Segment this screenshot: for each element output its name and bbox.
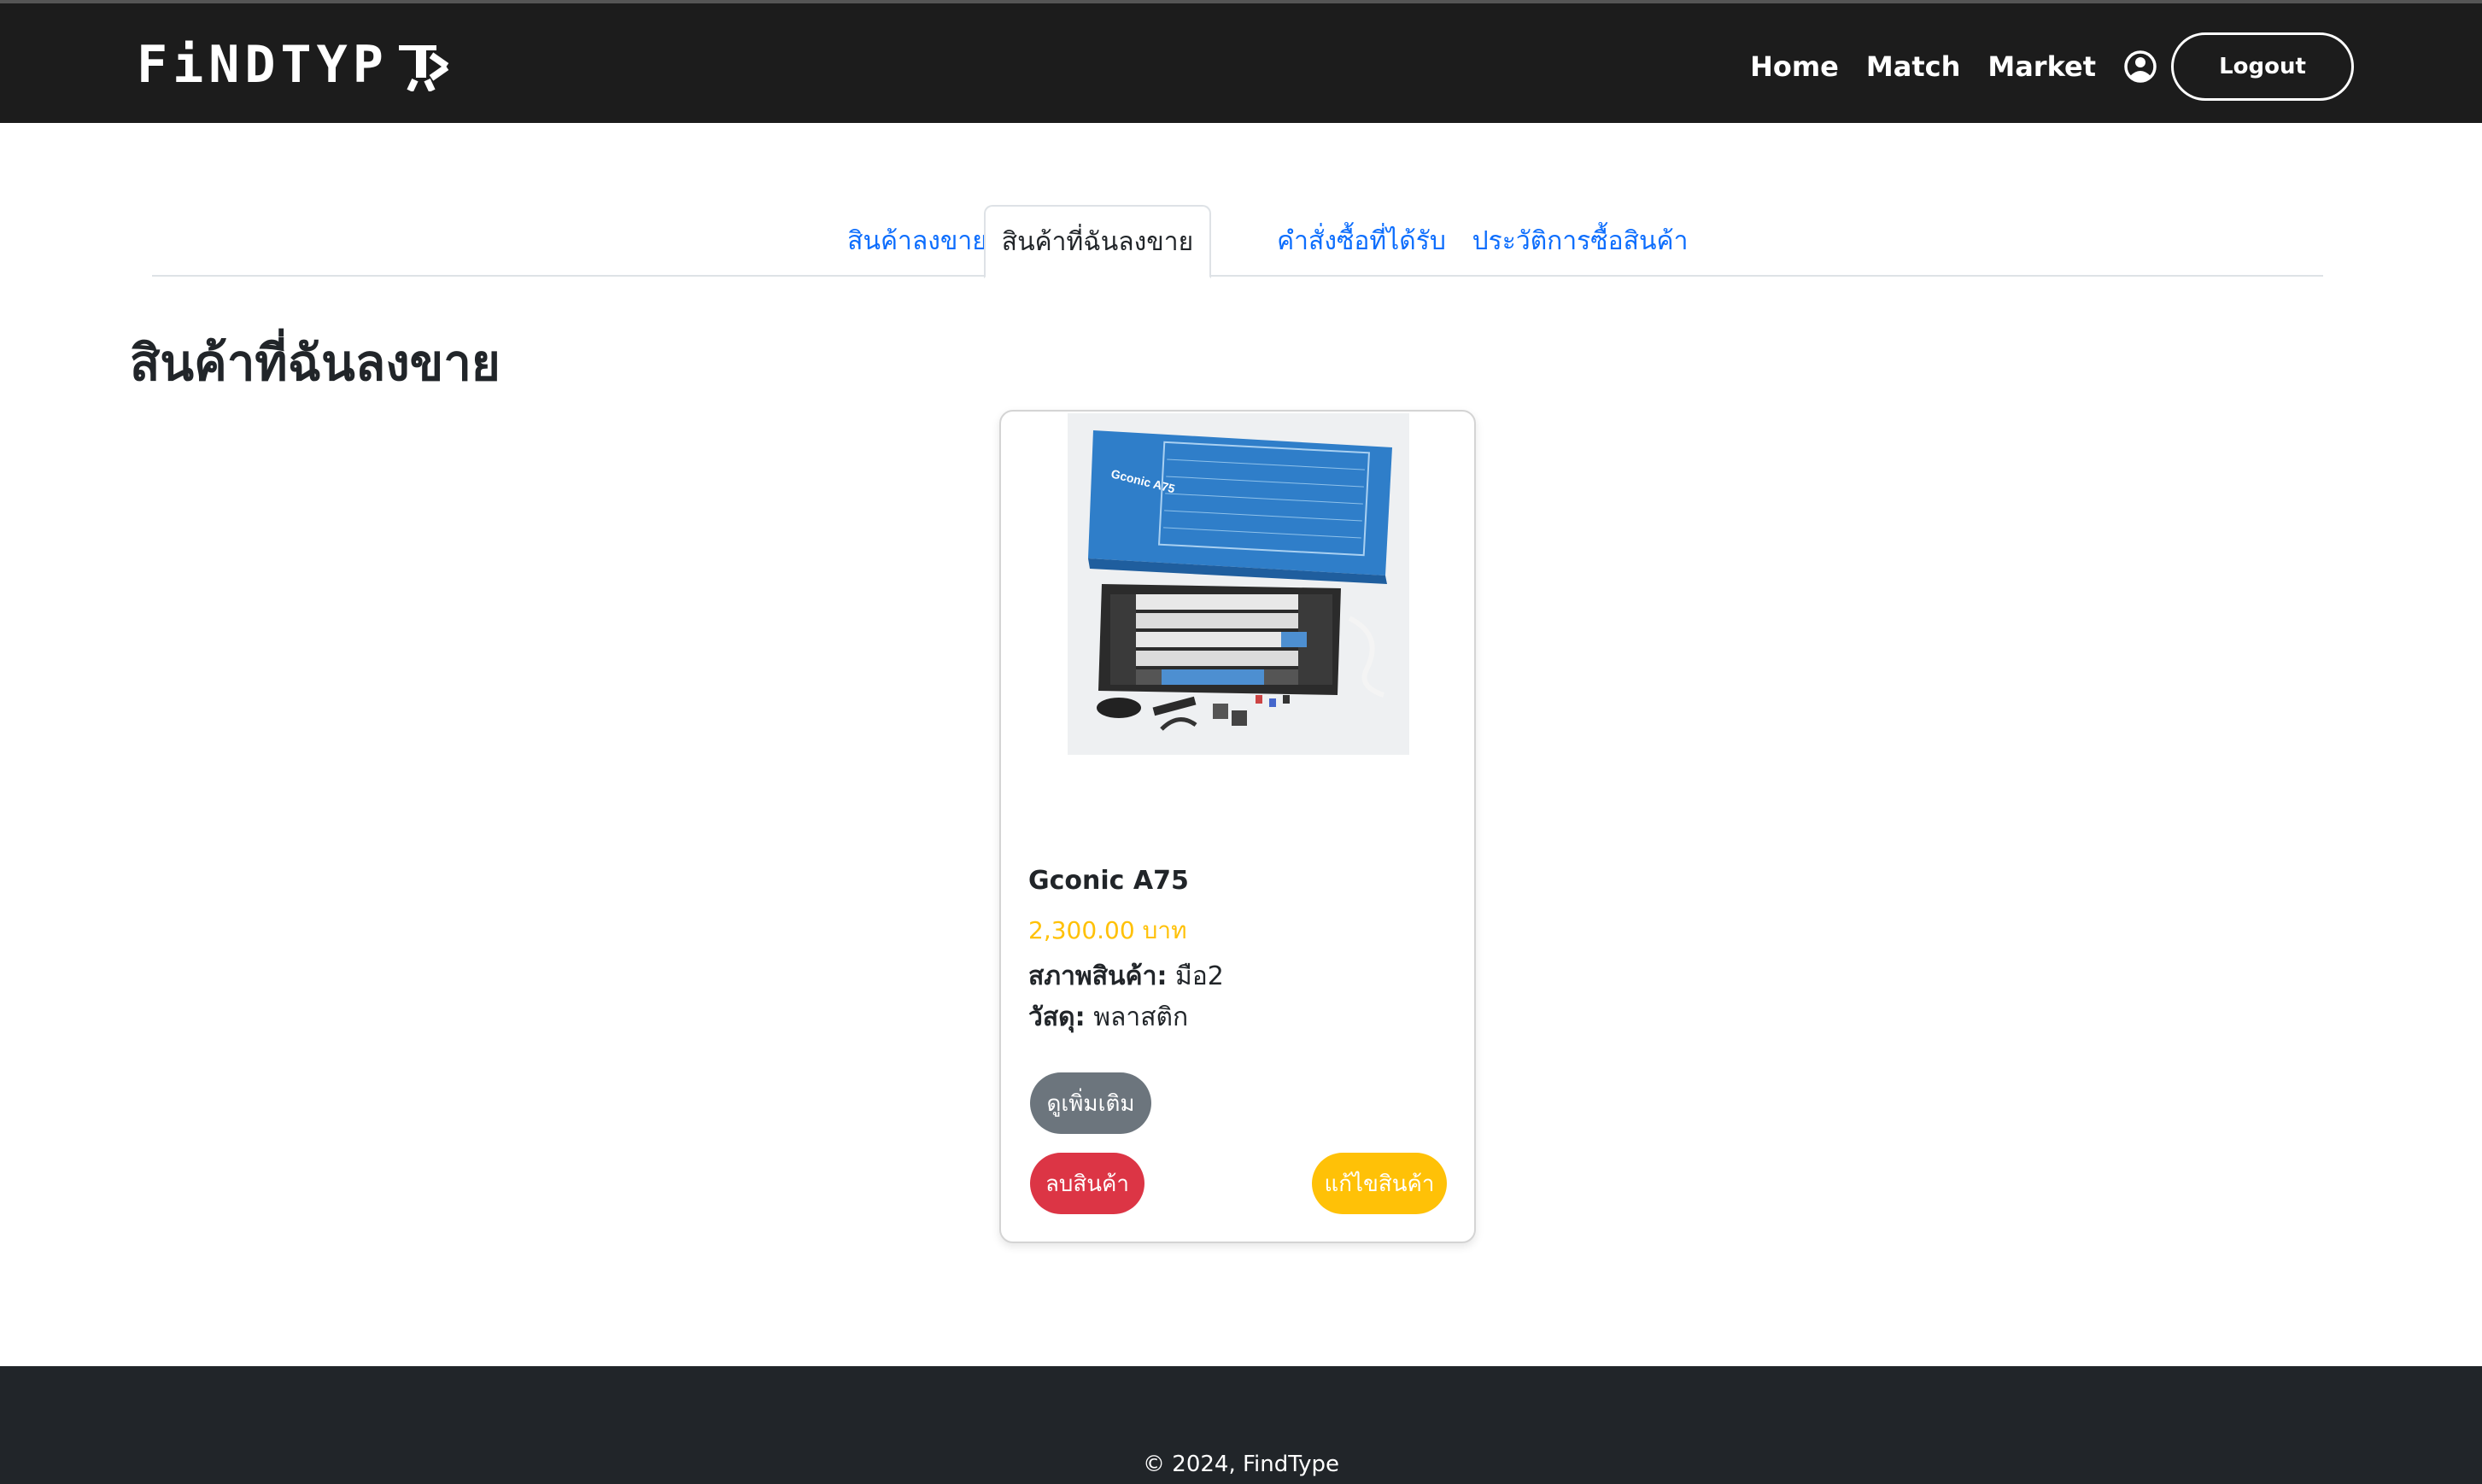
condition-value: มือ2	[1174, 961, 1224, 991]
logout-button[interactable]: Logout	[2171, 32, 2354, 101]
material-value: พลาสติก	[1093, 1002, 1189, 1032]
plug-icon	[398, 45, 449, 91]
product-price: 2,300.00 บาท	[1028, 916, 1187, 944]
product-material: วัสดุ: พลาสติก	[1028, 997, 1188, 1037]
product-condition: สภาพสินค้า: มือ2	[1028, 956, 1224, 996]
product-image: Gconic A75	[1068, 413, 1409, 755]
tab-purchase-history[interactable]: ประวัติการซื้อสินค้า	[1443, 205, 1717, 277]
material-label: วัสดุ:	[1028, 1002, 1086, 1032]
page-title: สินค้าที่ฉันลงขาย	[130, 334, 500, 392]
tab-my-products[interactable]: สินค้าที่ฉันลงขาย	[984, 205, 1211, 278]
nav-link-home[interactable]: Home	[1750, 50, 1839, 83]
delete-product-button[interactable]: ลบสินค้า	[1030, 1153, 1144, 1214]
product-card: Gconic A75 Gconic A75 2,300.00 บาท สภาพส…	[999, 410, 1476, 1243]
brand-text: FiNDTYP	[137, 35, 389, 95]
condition-label: สภาพสินค้า:	[1028, 961, 1168, 991]
nav-link-market[interactable]: Market	[1987, 50, 2096, 83]
footer: © 2024, FindType	[0, 1366, 2482, 1484]
brand-logo[interactable]: FiNDTYP	[137, 34, 452, 96]
view-more-button[interactable]: ดูเพิ่มเติม	[1030, 1072, 1151, 1134]
footer-copyright: © 2024, FindType	[1143, 1452, 1339, 1477]
product-name: Gconic A75	[1028, 866, 1189, 896]
nav-links: Home Match Market Logout	[1750, 32, 2354, 101]
keyboard-image: Gconic A75	[1068, 413, 1409, 755]
nav-link-match[interactable]: Match	[1866, 50, 1960, 83]
navbar: FiNDTYP Home Match Market Logout	[0, 0, 2482, 123]
tab-bar: สินค้าลงขาย สินค้าที่ฉันลงขาย คำสั่งซื้อ…	[152, 205, 2323, 278]
edit-product-button[interactable]: แก้ไขสินค้า	[1312, 1153, 1447, 1214]
user-account-icon[interactable]	[2123, 50, 2157, 84]
